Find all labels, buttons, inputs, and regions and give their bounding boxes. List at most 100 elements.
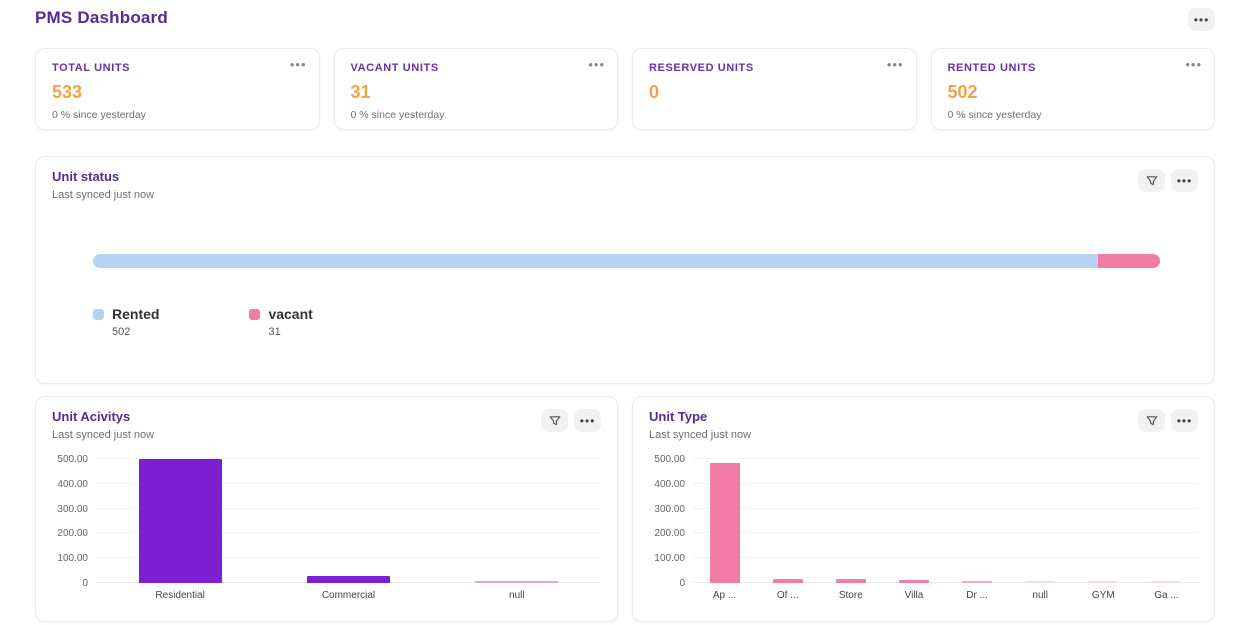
stat-delta: 0 % since yesterday [947, 109, 1042, 121]
unit-activitys-card: Unit Acivitys Last synced just now ••• 0… [35, 396, 618, 622]
chart-titles: Unit Acivitys Last synced just now [52, 409, 154, 441]
bar-cell [756, 459, 819, 583]
card-subtitle: Last synced just now [649, 429, 752, 441]
filter-funnel-icon [549, 415, 560, 425]
stat-menu-button[interactable]: ••• [588, 57, 605, 72]
card-menu-button[interactable]: ••• [1171, 409, 1198, 432]
filter-funnel-icon [1146, 175, 1157, 185]
x-tick-label: GYM [1091, 590, 1115, 601]
stat-delta: 0 % since yesterday [350, 109, 445, 121]
unit-type-card: Unit Type Last synced just now ••• 0 100… [632, 396, 1215, 622]
rented-swatch [93, 309, 104, 320]
bar-of[interactable] [772, 579, 803, 583]
stat-card-total-units: TOTAL UNITS ••• 533 0 % since yesterday [35, 48, 320, 130]
card-menu-button[interactable]: ••• [1171, 169, 1198, 192]
stat-label: VACANT UNITS [350, 62, 439, 74]
stat-delta: 0 % since yesterday [52, 109, 146, 121]
stat-card-reserved-units: RESERVED UNITS ••• 0 [632, 48, 917, 130]
ellipsis-icon: ••• [588, 57, 605, 72]
ellipsis-icon: ••• [289, 57, 307, 72]
bar-ap[interactable] [709, 462, 740, 583]
y-axis: 0 100.00 200.00 300.00 400.00 500.00 [52, 454, 96, 589]
stats-row: TOTAL UNITS ••• 533 0 % since yesterday … [35, 48, 1215, 130]
x-tick-label: Of ... [776, 590, 799, 601]
bar-cell [1009, 459, 1072, 583]
bar-gym[interactable] [1088, 581, 1119, 583]
dashboard-page: PMS Dashboard ••• TOTAL UNITS ••• 533 0 … [35, 0, 1215, 622]
legend-label: vacant [268, 306, 313, 322]
x-axis: Ap ... Of ... Store Villa Dr ... null GYM Ga ..… [693, 590, 1198, 601]
unit-status-header: Unit status Last synced just now ••• [52, 169, 1198, 201]
chart-header: Unit Acivitys Last synced just now ••• [52, 409, 601, 441]
stat-menu-button[interactable]: ••• [1185, 57, 1202, 72]
chart-header: Unit Type Last synced just now ••• [649, 409, 1198, 441]
bar-dr[interactable] [962, 581, 993, 583]
bar-cell [1135, 459, 1198, 583]
ellipsis-icon: ••• [579, 413, 596, 428]
filter-button[interactable] [1138, 409, 1165, 432]
page-menu-button[interactable]: ••• [1188, 8, 1215, 31]
card-actions: ••• [1138, 169, 1198, 192]
stat-value: 502 [947, 82, 978, 102]
legend-text: vacant 31 [268, 306, 312, 338]
page-header: PMS Dashboard ••• [35, 8, 1215, 40]
y-tick-label: 0 [679, 578, 685, 589]
y-tick-label: 500.00 [654, 454, 685, 465]
bar-store[interactable] [835, 579, 866, 583]
x-tick-label: Dr ... [966, 590, 988, 601]
y-tick-label: 400.00 [654, 478, 685, 490]
filter-button[interactable] [541, 409, 568, 432]
bar-cell [264, 459, 432, 583]
y-tick-label: 100.00 [57, 553, 88, 565]
filter-button[interactable] [1138, 169, 1165, 192]
bar-null[interactable] [475, 581, 559, 583]
x-tick-label: null [1032, 590, 1048, 601]
status-segment-vacant[interactable] [1097, 254, 1160, 268]
y-tick-label: 300.00 [654, 503, 685, 515]
y-tick-label: 300.00 [57, 503, 88, 515]
x-tick-label: Ap ... [712, 590, 737, 601]
x-tick-label: null [509, 590, 525, 601]
bar-cell [1072, 459, 1135, 583]
ellipsis-icon: ••• [1176, 413, 1193, 428]
stat-menu-button[interactable]: ••• [290, 57, 307, 72]
ellipsis-icon: ••• [886, 57, 904, 72]
legend-item-vacant[interactable]: vacant 31 [249, 306, 313, 338]
bar-villa[interactable] [898, 580, 929, 583]
bar-cell [433, 459, 601, 583]
x-tick-label: Ga ... [1154, 590, 1179, 601]
bar-cell [693, 459, 756, 583]
bar-null[interactable] [1025, 581, 1056, 583]
ellipsis-icon: ••• [1176, 173, 1193, 188]
stat-value: 0 [649, 82, 660, 102]
card-menu-button[interactable]: ••• [574, 409, 601, 432]
y-tick-label: 200.00 [654, 528, 685, 540]
status-segment-rented[interactable] [93, 254, 1098, 268]
y-axis: 0 100.00 200.00 300.00 400.00 500.00 [649, 454, 693, 589]
bar-cell [946, 459, 1009, 583]
legend-item-rented[interactable]: Rented 502 [93, 306, 159, 338]
card-actions: ••• [541, 409, 601, 432]
stat-value: 533 [52, 82, 83, 102]
y-tick-label: 0 [82, 578, 88, 589]
legend-label: Rented [112, 306, 160, 322]
stat-label: RESERVED UNITS [649, 62, 754, 74]
bar-cell [819, 459, 882, 583]
x-tick-label: Store [838, 590, 863, 601]
legend-text: Rented 502 [112, 306, 159, 338]
stat-card-rented-units: RENTED UNITS ••• 502 0 % since yesterday [930, 48, 1215, 130]
unit-status-titles: Unit status Last synced just now [52, 169, 154, 201]
page-title: PMS Dashboard [35, 8, 168, 27]
bar-chart-unit-type: 0 100.00 200.00 300.00 400.00 500.00 Ap ... Of… [649, 454, 1198, 601]
plot-area [96, 458, 601, 583]
unit-status-card: Unit status Last synced just now ••• Ren [35, 156, 1215, 384]
bar-ga[interactable] [1151, 581, 1182, 583]
legend-value: 31 [268, 326, 281, 338]
stat-menu-button[interactable]: ••• [887, 57, 904, 72]
x-tick-label: Commercial [321, 590, 376, 601]
y-tick-label: 100.00 [654, 553, 685, 565]
bar-commercial[interactable] [306, 575, 390, 583]
bar-residential[interactable] [138, 459, 222, 583]
plot-area [693, 458, 1198, 583]
card-subtitle: Last synced just now [52, 189, 155, 201]
